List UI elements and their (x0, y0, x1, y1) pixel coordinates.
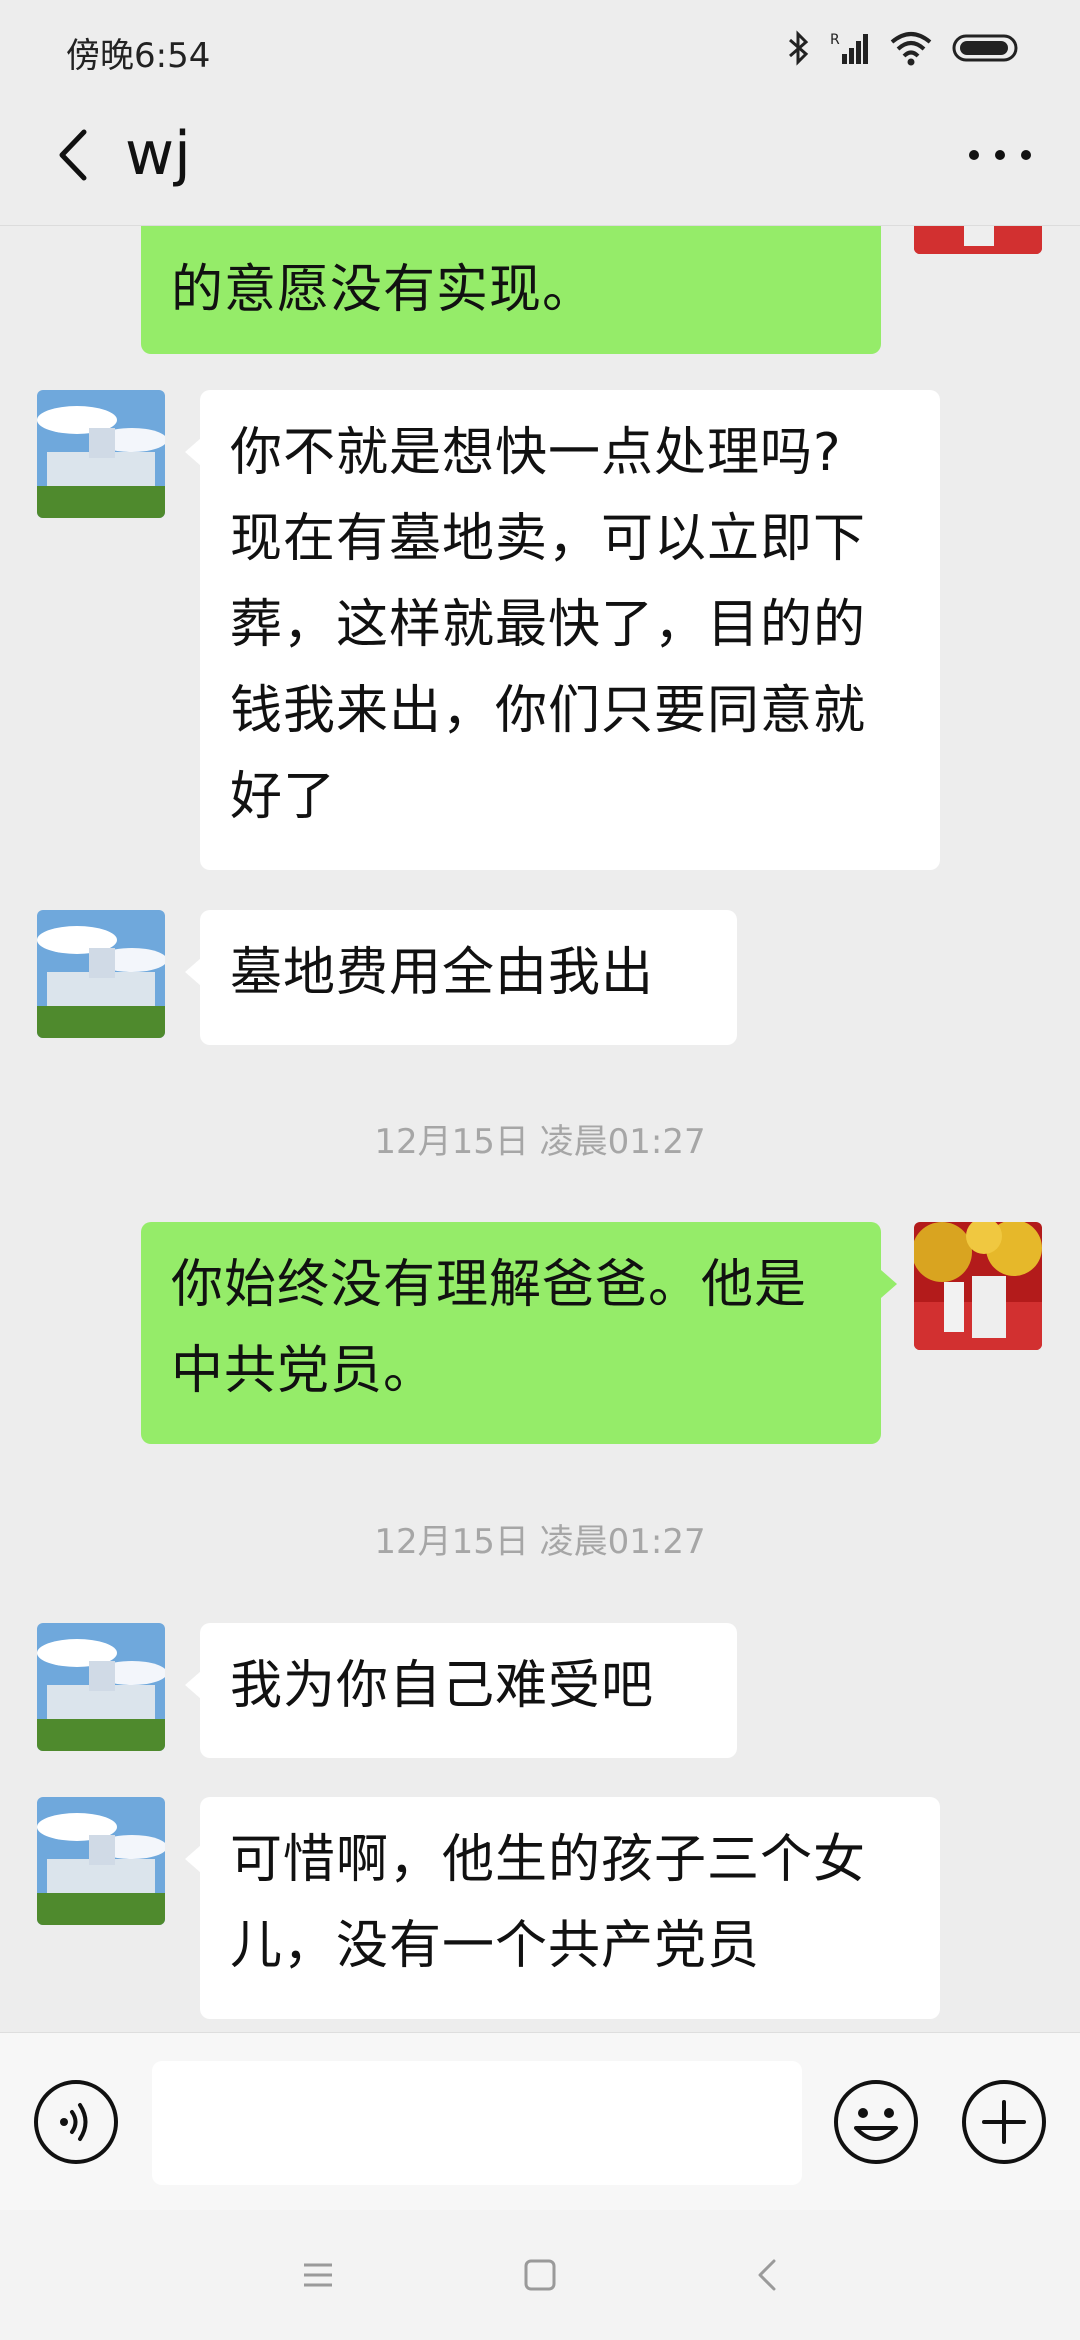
my-avatar[interactable] (914, 226, 1042, 254)
message-bubble-incoming[interactable]: 可惜啊，他生的孩子三个女 儿，没有一个共产党员 (200, 1797, 940, 2019)
message-text: 墓地费用全由我出 (230, 943, 655, 1003)
message-text-line: 中共党员。 (171, 1341, 437, 1401)
wifi-icon (890, 32, 932, 66)
bubble-tail (185, 958, 201, 986)
chat-title: wj (125, 119, 191, 189)
message-text-line: 好了 (230, 767, 337, 827)
plus-icon[interactable] (960, 2078, 1048, 2166)
bubble-tail (185, 1671, 201, 1699)
message-text-line: 钱我来出，你们只要同意就 (230, 681, 867, 741)
message-text: 的意愿没有实现。 (171, 260, 596, 320)
message-bubble-incoming[interactable]: 墓地费用全由我出 (200, 910, 737, 1045)
contact-avatar[interactable] (37, 1623, 165, 1751)
voice-icon[interactable] (32, 2078, 120, 2166)
message-text-line: 葬，这样就最快了，目的的 (230, 595, 867, 655)
message-text-line: 可惜啊，他生的孩子三个女 (230, 1830, 867, 1890)
status-icons: R (786, 28, 1022, 68)
svg-text:R: R (830, 32, 840, 48)
message-text-line: 你不就是想快一点处理吗? (230, 423, 842, 483)
message-bubble-incoming[interactable]: 你不就是想快一点处理吗? 现在有墓地卖，可以立即下 葬，这样就最快了，目的的 钱… (200, 390, 940, 870)
battery-icon (952, 34, 1018, 62)
status-time: 傍晚6:54 (66, 36, 211, 76)
message-text: 我为你自己难受吧 (230, 1656, 655, 1716)
bubble-tail (185, 438, 201, 466)
input-bar (0, 2032, 1080, 2211)
message-timestamp: 12月15日 凌晨01:27 (374, 1522, 706, 1562)
message-text-line: 儿，没有一个共产党员 (230, 1916, 761, 1976)
contact-avatar[interactable] (37, 390, 165, 518)
message-bubble-outgoing[interactable]: 的意愿没有实现。 (141, 226, 881, 354)
chat-header: wj (0, 95, 1080, 226)
message-bubble-incoming[interactable]: 我为你自己难受吧 (200, 1623, 737, 1758)
bubble-tail (185, 1845, 201, 1873)
message-input[interactable] (152, 2061, 802, 2185)
menu-icon[interactable] (298, 2255, 338, 2295)
signal-icon: R (830, 32, 868, 64)
message-text-line: 现在有墓地卖，可以立即下 (230, 509, 867, 569)
chat-message-list[interactable]: 的意愿没有实现。 你不就是想快一点处理吗? 现在有墓地卖，可以立即下 葬，这样就… (0, 226, 1080, 2032)
status-bar: 傍晚6:54 R (0, 0, 1080, 95)
message-text-line: 你始终没有理解爸爸。他是 (171, 1255, 808, 1315)
more-options-button[interactable] (960, 125, 1040, 185)
back-button[interactable] (40, 120, 110, 190)
emoji-icon[interactable] (832, 2078, 920, 2166)
contact-avatar[interactable] (37, 1797, 165, 1925)
bubble-tail (881, 1270, 897, 1298)
message-timestamp: 12月15日 凌晨01:27 (374, 1122, 706, 1162)
back-icon[interactable] (748, 2255, 788, 2295)
my-avatar[interactable] (914, 1222, 1042, 1350)
home-icon[interactable] (520, 2255, 560, 2295)
message-bubble-outgoing[interactable]: 你始终没有理解爸爸。他是 中共党员。 (141, 1222, 881, 1444)
system-nav-bar (0, 2210, 1080, 2340)
contact-avatar[interactable] (37, 910, 165, 1038)
bluetooth-icon (789, 30, 809, 66)
